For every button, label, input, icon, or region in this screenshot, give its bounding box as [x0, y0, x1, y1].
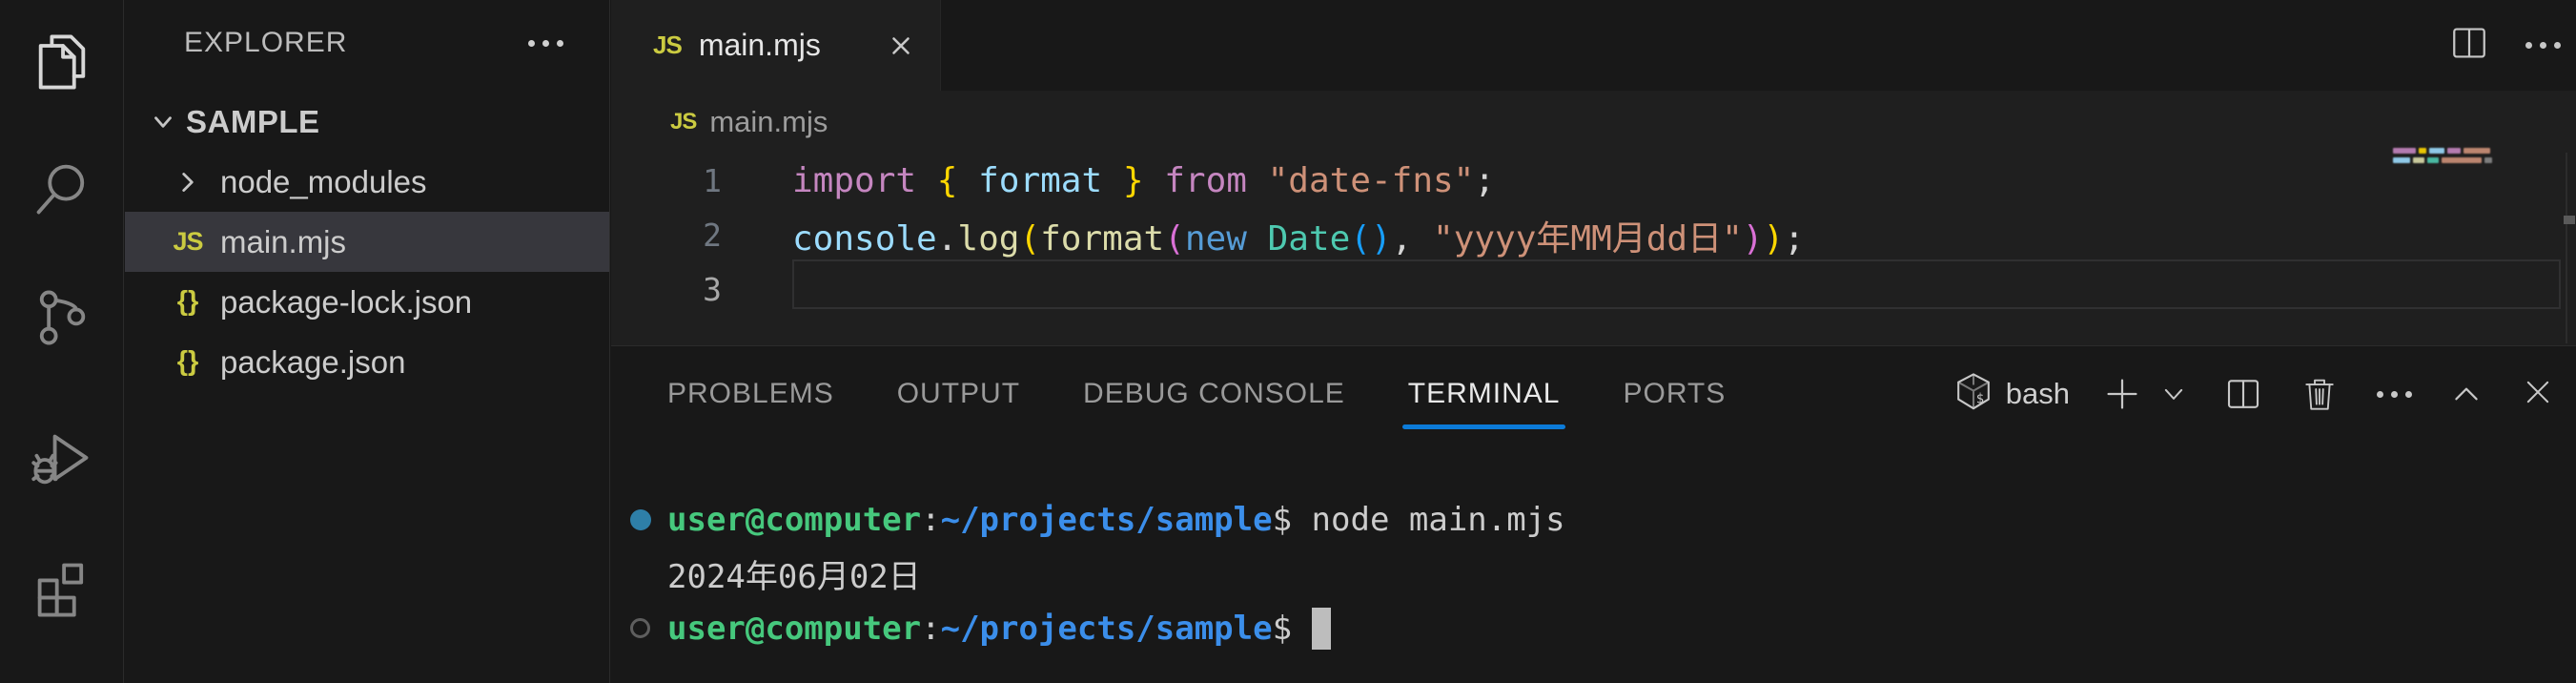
panel-tab-terminal[interactable]: TERMINAL [1408, 346, 1561, 442]
breadcrumb-file-label: main.mjs [709, 105, 828, 139]
explorer-sidebar: EXPLORER SAMPLE node_modules JS main.mjs [125, 0, 610, 683]
terminal-cursor [1312, 608, 1331, 650]
js-file-icon: JS [653, 31, 682, 60]
editor-group: JS main.mjs JS main.mjs 1import { format… [611, 0, 2576, 683]
json-file-icon: {} [167, 346, 209, 378]
split-terminal-icon[interactable] [2224, 375, 2262, 413]
file-tree: SAMPLE node_modules JS main.mjs {} packa… [125, 92, 609, 392]
js-file-icon: JS [167, 227, 209, 257]
js-file-icon: JS [670, 109, 696, 135]
tab-label: main.mjs [699, 28, 821, 63]
file-label: package.json [220, 344, 405, 381]
activity-bar-item-run-debug[interactable] [0, 409, 124, 514]
activity-bar [0, 0, 124, 683]
panel-more-actions-icon[interactable] [2377, 391, 2412, 398]
new-terminal-icon[interactable] [2102, 374, 2142, 414]
editor-tab-main-mjs[interactable]: JS main.mjs [611, 0, 941, 91]
source-control-icon [30, 285, 94, 355]
sidebar-header: EXPLORER [125, 0, 609, 86]
extensions-icon [30, 557, 94, 627]
panel-actions: $ bash [1952, 346, 2555, 442]
bottom-panel: PROBLEMS OUTPUT DEBUG CONSOLE TERMINAL PORTS… [611, 345, 2576, 683]
file-label: main.mjs [220, 224, 346, 260]
tree-item-package-lock-json[interactable]: {} package-lock.json [125, 272, 609, 332]
breadcrumb[interactable]: JS main.mjs [611, 91, 2576, 154]
split-editor-icon[interactable] [2449, 23, 2489, 68]
code-line: 2console.log(format(new Date(), "yyyy年MM… [611, 208, 2576, 262]
file-label: package-lock.json [220, 284, 472, 321]
command-pending-decoration[interactable] [630, 618, 650, 638]
shell-name-label[interactable]: bash [2006, 377, 2070, 411]
line-number: 2 [611, 217, 754, 254]
activity-bar-item-source-control[interactable] [0, 267, 124, 372]
terminal-line: user@computer:~/projects/sample$ [611, 601, 2576, 655]
editor-scrollbar[interactable] [2566, 153, 2567, 343]
close-panel-icon[interactable] [2521, 375, 2555, 414]
debug-icon [30, 427, 94, 497]
json-file-icon: {} [167, 286, 209, 318]
root-folder-label: SAMPLE [186, 104, 320, 140]
code-editor[interactable]: 1import { format } from "date-fns";2cons… [611, 154, 2576, 317]
line-number: 1 [611, 162, 754, 199]
terminal-line: user@computer:~/projects/sample$ node ma… [611, 492, 2576, 547]
panel-tab-problems[interactable]: PROBLEMS [667, 346, 834, 442]
activity-bar-item-explorer[interactable] [0, 11, 124, 116]
more-actions-icon[interactable] [2525, 42, 2561, 49]
panel-header: PROBLEMS OUTPUT DEBUG CONSOLE TERMINAL PORTS… [611, 346, 2576, 442]
maximize-panel-chevron-up-icon[interactable] [2450, 378, 2483, 410]
vscode-window: EXPLORER SAMPLE node_modules JS main.mjs [0, 0, 2576, 683]
code-line: 1import { format } from "date-fns"; [611, 154, 2576, 208]
bash-shell-icon[interactable]: $ [1952, 371, 1994, 418]
kill-terminal-trash-icon[interactable] [2300, 375, 2339, 413]
panel-tabs: PROBLEMS OUTPUT DEBUG CONSOLE TERMINAL PORTS [667, 346, 1789, 442]
file-label: node_modules [220, 164, 427, 200]
chevron-right-icon [167, 168, 209, 197]
tree-item-node-modules[interactable]: node_modules [125, 152, 609, 212]
activity-bar-item-extensions[interactable] [0, 539, 124, 644]
panel-tab-ports[interactable]: PORTS [1623, 346, 1726, 442]
search-icon [30, 156, 94, 226]
overview-ruler-cursor-mark [2564, 216, 2575, 224]
editor-tab-bar: JS main.mjs [611, 0, 2576, 91]
tree-item-main-mjs[interactable]: JS main.mjs [125, 212, 609, 272]
code-line: 3 [611, 262, 2576, 317]
command-success-decoration[interactable] [630, 509, 651, 530]
explorer-more-actions-icon[interactable] [528, 40, 563, 47]
editor-actions [2449, 0, 2561, 91]
launch-profile-chevron-icon[interactable] [2161, 382, 2186, 406]
sidebar-title: EXPLORER [184, 27, 347, 59]
line-number: 3 [611, 271, 754, 308]
panel-tab-debug-console[interactable]: DEBUG CONSOLE [1083, 346, 1345, 442]
activity-bar-item-search[interactable] [0, 138, 124, 243]
tree-item-package-json[interactable]: {} package.json [125, 332, 609, 392]
tree-root-sample[interactable]: SAMPLE [125, 92, 609, 152]
terminal-line: 2024年06月02日 [611, 547, 2576, 601]
terminal-output[interactable]: user@computer:~/projects/sample$ node ma… [611, 442, 2576, 683]
close-tab-icon[interactable] [887, 31, 915, 60]
files-icon [30, 30, 94, 99]
svg-text:$: $ [1976, 391, 1984, 406]
chevron-down-icon [142, 108, 184, 136]
minimap[interactable] [2393, 148, 2496, 167]
panel-tab-output[interactable]: OUTPUT [897, 346, 1020, 442]
